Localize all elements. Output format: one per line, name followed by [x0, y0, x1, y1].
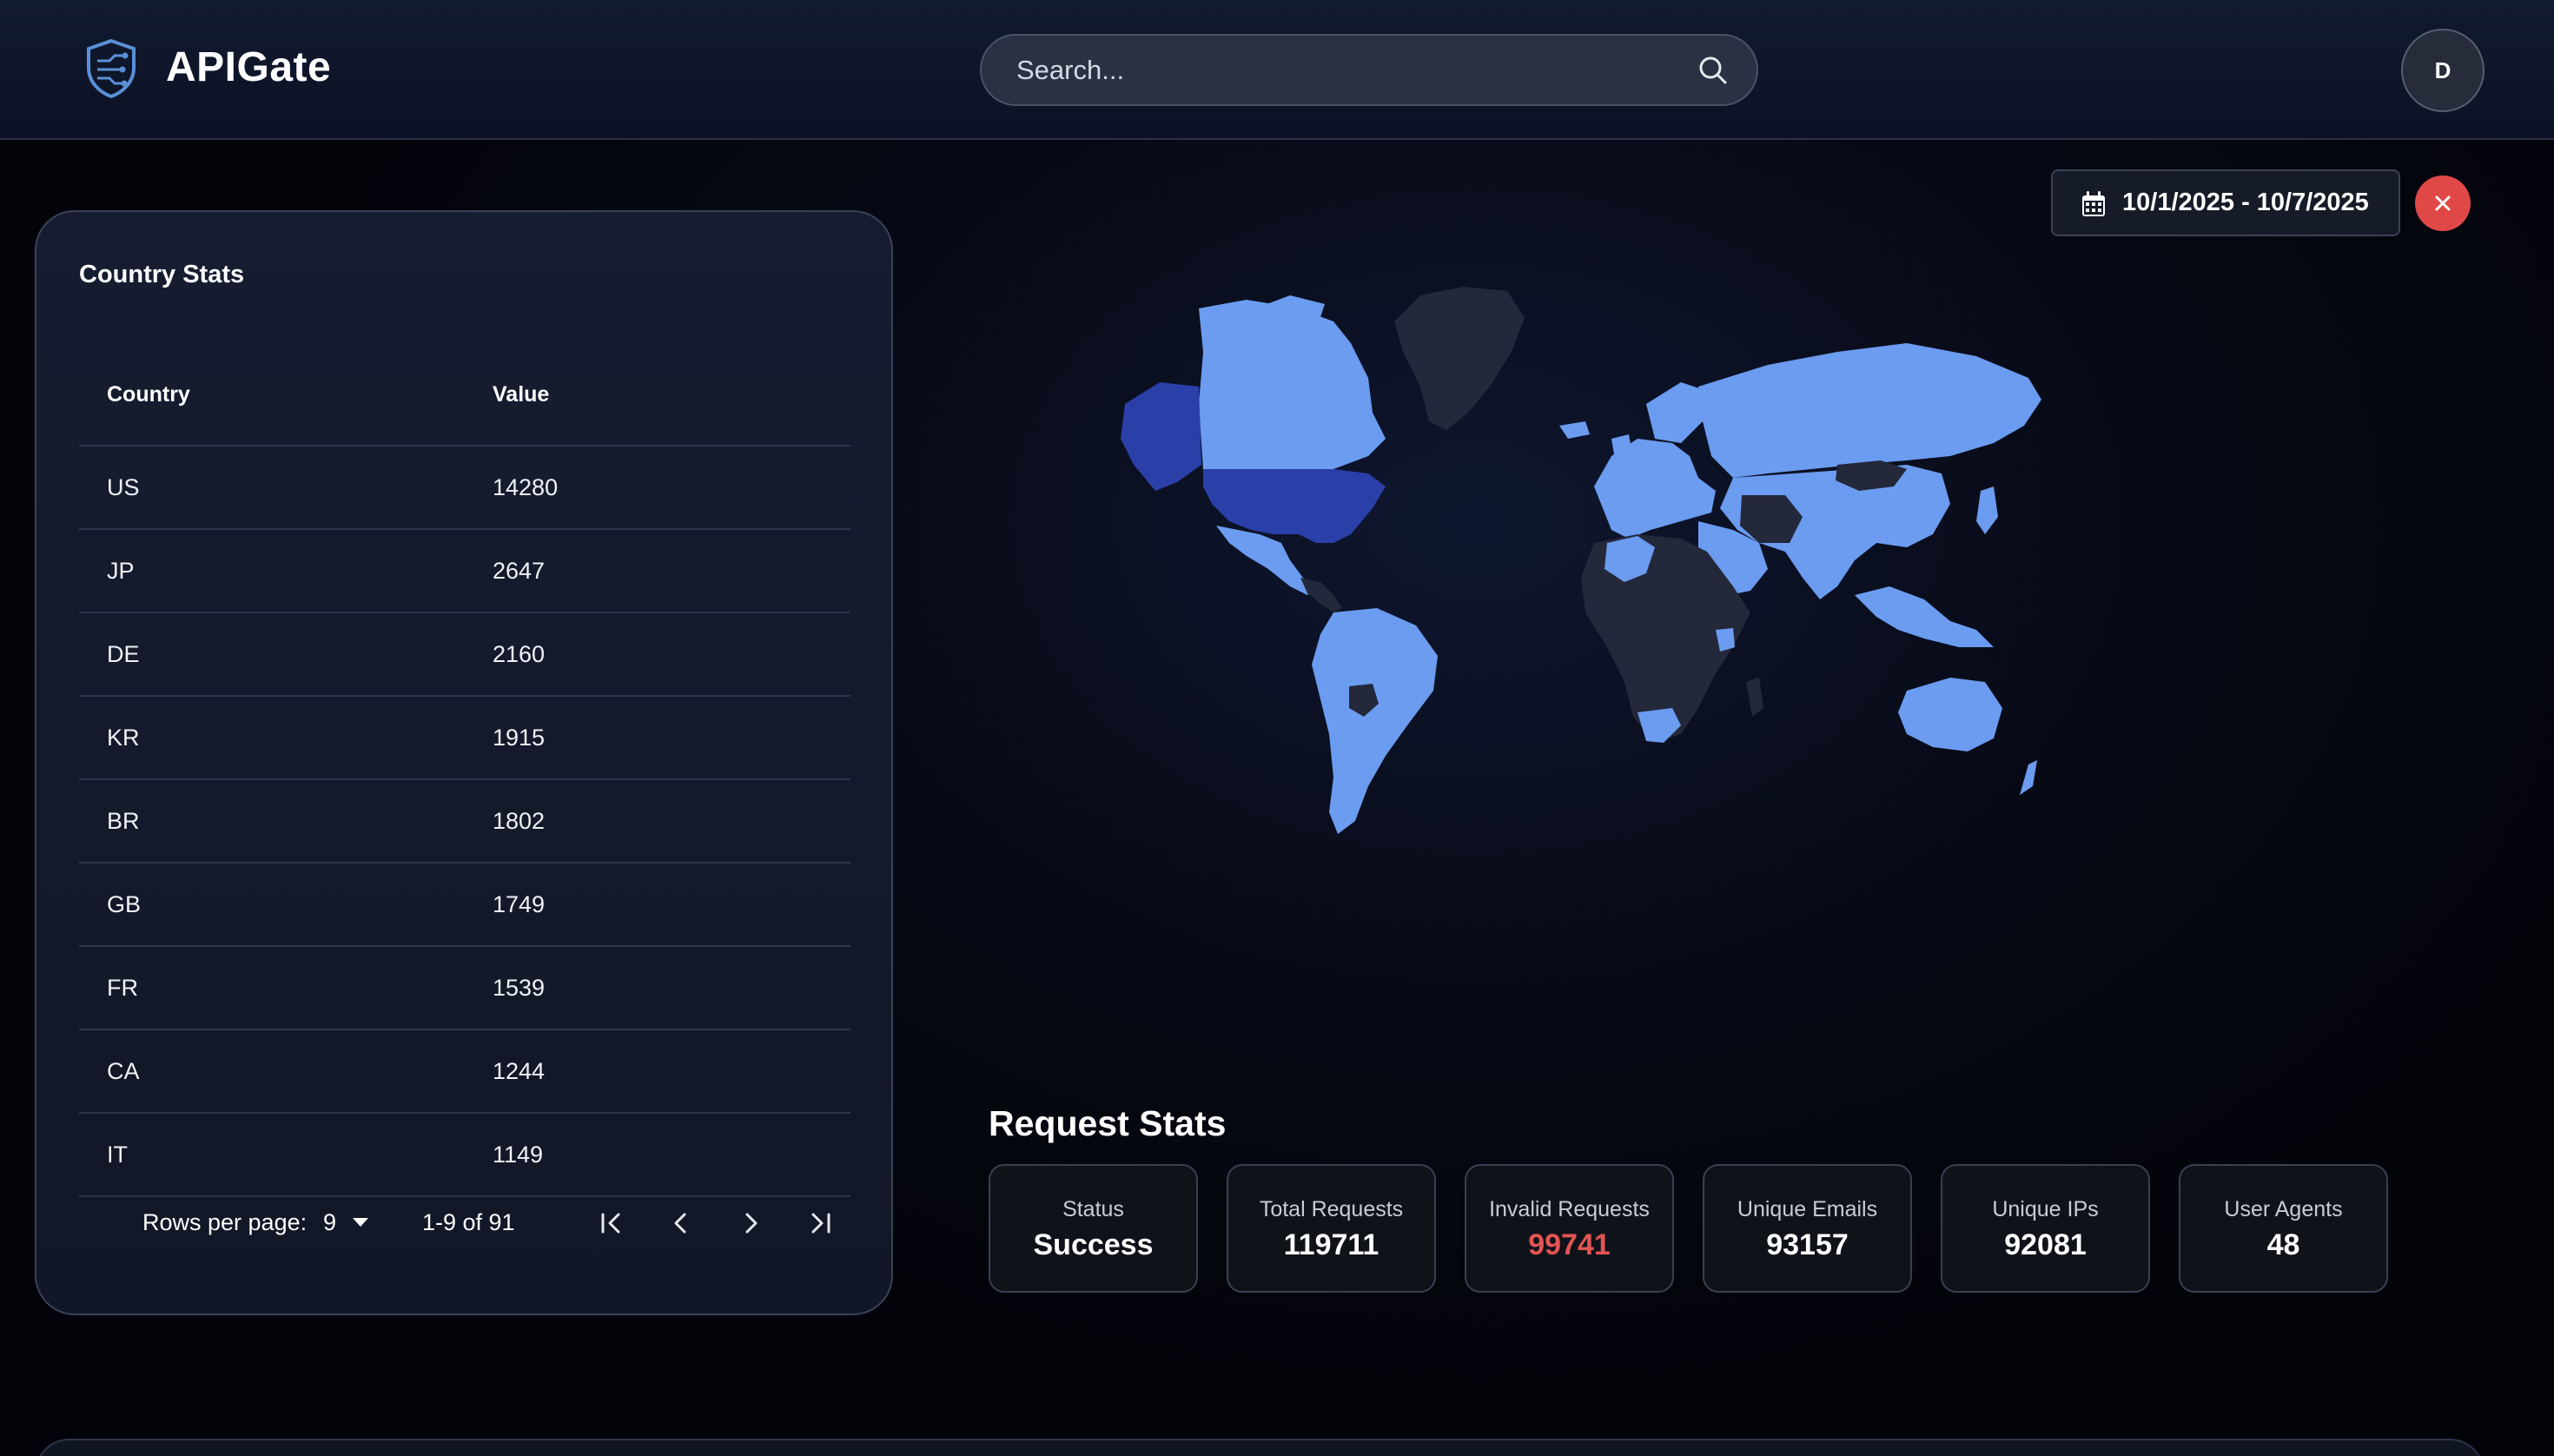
- stat-label: Total Requests: [1259, 1197, 1404, 1221]
- date-range-picker[interactable]: 10/1/2025 - 10/7/2025: [2051, 169, 2400, 236]
- brand-name[interactable]: APIGate: [166, 43, 331, 91]
- value-cell: 14280: [493, 474, 559, 500]
- table-row[interactable]: KR 1915: [79, 697, 850, 780]
- map-region-japan[interactable]: [1976, 486, 1998, 534]
- map-region-russia[interactable]: [1698, 343, 2041, 478]
- rows-per-page-label: Rows per page:: [142, 1209, 308, 1235]
- table-row[interactable]: IT 1149: [79, 1114, 850, 1197]
- value-cell: 1802: [493, 808, 546, 834]
- clear-date-button[interactable]: [2415, 175, 2471, 231]
- stat-value: Success: [1033, 1228, 1154, 1261]
- map-region-iceland[interactable]: [1559, 421, 1590, 439]
- stat-label: Unique IPs: [1992, 1197, 2099, 1221]
- first-page-icon: [601, 1213, 620, 1234]
- country-stats-title: Country Stats: [79, 261, 245, 288]
- country-cell: KR: [107, 725, 140, 751]
- search-input[interactable]: [1016, 36, 1677, 104]
- previous-page-button[interactable]: [662, 1204, 700, 1242]
- first-page-button[interactable]: [592, 1204, 631, 1242]
- world-map[interactable]: [1073, 282, 2193, 1012]
- stat-value: 93157: [1766, 1228, 1849, 1261]
- country-cell: GB: [107, 891, 142, 917]
- table-row[interactable]: FR 1539: [79, 947, 850, 1030]
- stat-value: 119711: [1283, 1228, 1380, 1261]
- country-cell: BR: [107, 808, 140, 834]
- column-header-country[interactable]: Country: [107, 382, 190, 407]
- date-range-label: 10/1/2025 - 10/7/2025: [2122, 189, 2369, 216]
- calendar-icon: [2081, 190, 2107, 218]
- map-region-europe[interactable]: [1594, 439, 1716, 539]
- map-region-southeast-asia[interactable]: [1855, 586, 1994, 647]
- bottom-panel: [35, 1439, 2485, 1456]
- stat-card-status: Status Success: [989, 1164, 1198, 1293]
- chevron-right-icon: [745, 1213, 758, 1234]
- next-page-button[interactable]: [731, 1204, 770, 1242]
- country-cell: DE: [107, 641, 140, 667]
- user-avatar[interactable]: D: [2401, 29, 2485, 112]
- table-row[interactable]: GB 1749: [79, 864, 850, 947]
- value-cell: 1539: [493, 975, 546, 1001]
- country-cell: JP: [107, 558, 135, 584]
- map-region-greenland[interactable]: [1394, 287, 1525, 430]
- stat-card-unique-emails: Unique Emails 93157: [1703, 1164, 1912, 1293]
- table-row[interactable]: JP 2647: [79, 530, 850, 613]
- stat-value: 99741: [1528, 1228, 1611, 1261]
- caret-down-icon[interactable]: [353, 1218, 368, 1227]
- map-region-madagascar[interactable]: [1746, 678, 1763, 717]
- stat-value: 92081: [2004, 1228, 2087, 1261]
- value-cell: 1749: [493, 891, 546, 917]
- pagination-range: 1-9 of 91: [422, 1209, 515, 1235]
- top-header: APIGate D: [0, 0, 2554, 140]
- stat-card-user-agents: User Agents 48: [2179, 1164, 2388, 1293]
- stat-label: Status: [1062, 1197, 1124, 1221]
- map-region-scandinavia[interactable]: [1646, 382, 1707, 443]
- country-cell: US: [107, 474, 140, 500]
- country-stats-table: Country Value US 14280 JP 2647 DE 2160 K…: [79, 334, 850, 1197]
- country-cell: CA: [107, 1058, 140, 1084]
- search-icon[interactable]: [1696, 53, 1730, 88]
- table-row[interactable]: CA 1244: [79, 1030, 850, 1114]
- map-region-new-zealand[interactable]: [2020, 760, 2037, 795]
- country-cell: IT: [107, 1142, 128, 1168]
- stat-value: 48: [2266, 1228, 2300, 1261]
- table-row[interactable]: BR 1802: [79, 780, 850, 864]
- rows-per-page-select[interactable]: 9: [323, 1209, 336, 1236]
- stat-label: Invalid Requests: [1489, 1197, 1650, 1221]
- map-region-south-america[interactable]: [1312, 608, 1438, 834]
- table-row[interactable]: DE 2160: [79, 613, 850, 697]
- chevron-left-icon: [674, 1213, 686, 1234]
- search-bar[interactable]: [980, 34, 1758, 106]
- country-cell: FR: [107, 975, 138, 1001]
- table-header: Country Value: [79, 334, 850, 447]
- value-cell: 1915: [493, 725, 546, 751]
- table-pagination: Rows per page: 9 1-9 of 91: [36, 1209, 895, 1261]
- value-cell: 1244: [493, 1058, 546, 1084]
- stat-card-invalid-requests: Invalid Requests 99741: [1465, 1164, 1674, 1293]
- last-page-button[interactable]: [801, 1204, 839, 1242]
- map-region-central-america[interactable]: [1300, 578, 1342, 612]
- last-page-icon: [811, 1213, 830, 1234]
- stat-label: User Agents: [2224, 1197, 2343, 1221]
- map-region-alaska[interactable]: [1121, 382, 1201, 491]
- country-stats-card: Country Stats Country Value US 14280 JP …: [35, 210, 893, 1315]
- request-stats-title: Request Stats: [989, 1103, 1227, 1143]
- close-icon: [2435, 195, 2451, 211]
- column-header-value[interactable]: Value: [493, 382, 549, 407]
- table-row[interactable]: US 14280: [79, 447, 850, 530]
- value-cell: 2647: [493, 558, 546, 584]
- value-cell: 2160: [493, 641, 546, 667]
- map-region-mexico[interactable]: [1216, 526, 1316, 595]
- stat-card-total-requests: Total Requests 119711: [1227, 1164, 1436, 1293]
- value-cell: 1149: [493, 1142, 544, 1168]
- map-region-south-africa[interactable]: [1638, 708, 1681, 743]
- stat-card-unique-ips: Unique IPs 92081: [1941, 1164, 2150, 1293]
- stat-label: Unique Emails: [1737, 1197, 1878, 1221]
- shield-logo-icon[interactable]: [83, 38, 139, 99]
- map-region-australia[interactable]: [1898, 678, 2002, 751]
